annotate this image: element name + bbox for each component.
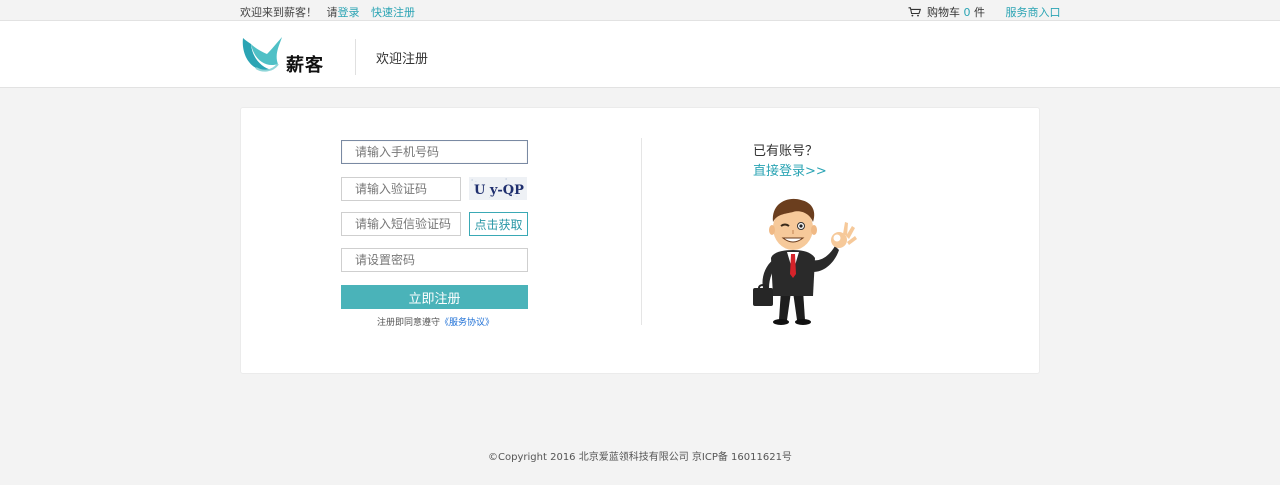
businessman-ok-illustration <box>753 198 857 325</box>
password-input[interactable] <box>341 248 528 272</box>
cart-count: 0 <box>963 6 971 19</box>
top-bar-left: 欢迎来到薪客！ 请登录 快速注册 <box>240 4 415 20</box>
phone-input[interactable] <box>341 140 528 164</box>
agreement-text: 注册即同意遵守《服务协议》 <box>377 315 494 328</box>
login-link[interactable]: 登录 <box>338 6 360 19</box>
service-agreement-link[interactable]: 《服务协议》 <box>440 318 494 328</box>
direct-login-link[interactable]: 直接登录>> <box>753 160 827 179</box>
page-title: 欢迎注册 <box>376 52 429 67</box>
cart-icon[interactable] <box>908 7 921 17</box>
cart-label[interactable]: 购物车 <box>927 6 960 19</box>
please-text: 请 <box>326 6 338 19</box>
footer-copyright: ©Copyright 2016 北京爱蓝领科技有限公司 京ICP备 160116… <box>488 452 792 463</box>
has-account-text: 已有账号？ <box>753 144 819 159</box>
top-bar: 欢迎来到薪客！ 请登录 快速注册 购物车 0 件 服务商入口 <box>0 0 1280 21</box>
welcome-text: 欢迎来到薪客！ <box>240 6 317 19</box>
register-card: ° ·. °· .° U y-QP 点击获取 立即注册 注册即同意遵守《服务协议… <box>240 107 1040 374</box>
vertical-divider <box>641 138 642 325</box>
header: 薪客 欢迎注册 <box>0 21 1280 88</box>
captcha-text: U y-QP <box>474 183 524 198</box>
captcha-image[interactable]: ° ·. ° · . ° U y-QP <box>469 177 527 200</box>
quick-register-link[interactable]: 快速注册 <box>371 6 415 19</box>
cart-unit: 件 <box>974 6 985 19</box>
agreement-prefix: 注册即同意遵守 <box>377 318 441 328</box>
top-bar-right: 购物车 0 件 服务商入口 <box>908 4 1061 20</box>
merchant-entry-link[interactable]: 服务商入口 <box>1006 6 1061 19</box>
get-sms-code-button[interactable]: 点击获取 <box>469 212 528 236</box>
sms-code-input[interactable] <box>341 212 461 236</box>
register-button[interactable]: 立即注册 <box>341 285 528 309</box>
logo-text: 薪客 <box>286 55 324 76</box>
header-divider <box>355 39 356 75</box>
captcha-input[interactable] <box>341 177 461 201</box>
